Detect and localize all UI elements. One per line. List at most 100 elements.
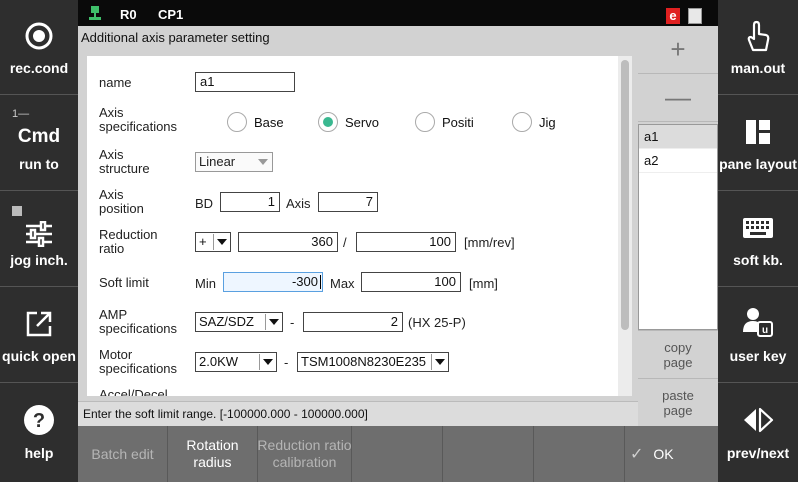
window-toggle-icon[interactable] [688, 8, 702, 24]
soft-limit-max-input[interactable]: 100 [361, 272, 461, 292]
axis-list-item[interactable]: a1 [639, 125, 717, 149]
paste-page-button[interactable]: paste page [638, 378, 718, 426]
right-sidebar: man.out pane layout soft kb. u user key … [718, 0, 798, 482]
paste-page-label-l2: page [663, 403, 693, 418]
radio-positioner[interactable] [415, 112, 435, 132]
quick-open-button[interactable]: quick open [0, 288, 78, 383]
jog-indicator [12, 206, 22, 216]
prev-next-label: prev/next [726, 445, 790, 461]
reduction-ratio-label: Reduction ratio [99, 228, 158, 256]
axis-list: a1 a2 [638, 124, 718, 330]
program-label: CP1 [158, 7, 184, 22]
sign-value: + [199, 234, 207, 249]
soft-limit-label: Soft limit [99, 275, 149, 290]
hand-pointer-icon [718, 20, 798, 52]
motor-power-value: 2.0KW [199, 354, 239, 369]
motor-spec-label-l1: Motor [99, 347, 133, 362]
radio-jig[interactable] [512, 112, 532, 132]
amp-select[interactable]: SAZ/SDZ [195, 312, 283, 332]
next-row-label: Accel/Decel [99, 387, 168, 397]
copy-page-button[interactable]: copy page [638, 330, 718, 378]
soft-kb-label: soft kb. [733, 252, 783, 268]
reduction-denominator-input[interactable]: 100 [356, 232, 456, 252]
ok-button[interactable]: ✓ OK [625, 426, 718, 482]
amp-spec-label-l1: AMP [99, 307, 128, 322]
add-axis-button[interactable]: + [638, 26, 718, 74]
radio-servo-label: Servo [345, 115, 379, 130]
svg-text:?: ? [33, 410, 45, 432]
minus-icon: — [665, 82, 691, 112]
name-label: name [99, 75, 132, 90]
scrollbar-thumb[interactable] [621, 60, 629, 330]
name-input[interactable]: a1 [195, 72, 295, 92]
motor-model-select[interactable]: TSM1008N8230E235 [297, 352, 449, 372]
pane-layout-button[interactable]: pane layout [718, 96, 798, 191]
axis-list-item[interactable]: a2 [639, 149, 717, 173]
bd-input[interactable]: 1 [220, 192, 280, 212]
record-circle-icon [0, 20, 78, 52]
motor-model-value: TSM1008N8230E235 [301, 354, 427, 369]
motor-power-select[interactable]: 2.0KW [195, 352, 277, 372]
chevron-down-icon [265, 314, 281, 330]
keyboard-icon [718, 212, 798, 244]
robot-label: R0 [120, 7, 137, 22]
empty-function-button-5[interactable] [443, 426, 534, 482]
empty-function-button-6[interactable] [534, 426, 625, 482]
amp-number-input[interactable]: 2 [303, 312, 403, 332]
pane-layout-icon [718, 116, 798, 148]
chevron-down-icon [259, 354, 275, 370]
reduction-unit: [mm/rev] [464, 235, 515, 250]
motor-spec-label: Motor specifications [99, 348, 177, 376]
soft-kb-button[interactable]: soft kb. [718, 192, 798, 287]
sign-select[interactable]: + [195, 232, 231, 252]
amp-note: (HX 25-P) [408, 315, 466, 330]
rotation-radius-button[interactable]: Rotation radius [168, 426, 258, 482]
ratio-separator: / [343, 235, 347, 250]
svg-text:u: u [762, 325, 768, 336]
ok-label: OK [653, 445, 674, 462]
amp-spec-label-l2: specifications [99, 321, 178, 336]
reduction-ratio-label-l2: ratio [99, 241, 125, 256]
axis-structure-select[interactable]: Linear [195, 152, 273, 172]
help-button[interactable]: ? help [0, 384, 78, 479]
reduction-ratio-label-l1: Reduction [99, 227, 158, 242]
remove-axis-button[interactable]: — [638, 74, 718, 122]
axis-structure-value: Linear [199, 154, 236, 169]
batch-edit-button[interactable]: Batch edit [78, 426, 168, 482]
form-panel: name a1 Axis specifications Base Servo Po… [87, 56, 625, 396]
soft-limit-min-input[interactable]: -300 [223, 272, 323, 292]
user-key-label: user key [729, 348, 787, 364]
rec-cond-button[interactable]: rec.cond [0, 0, 78, 95]
radio-servo[interactable] [318, 112, 338, 132]
help-label: help [24, 445, 54, 461]
amp-value: SAZ/SDZ [199, 314, 254, 329]
reduction-calibration-label-l2: calibration [272, 454, 337, 470]
batch-edit-label: Batch edit [91, 445, 154, 462]
status-message: Enter the soft limit range. [-100000.000… [83, 407, 368, 421]
reduction-numerator-input[interactable]: 360 [238, 232, 338, 252]
axis-list-pane: + — a1 a2 copy page paste page [638, 26, 718, 426]
radio-base[interactable] [227, 112, 247, 132]
error-badge[interactable]: e [666, 8, 680, 24]
prev-next-button[interactable]: prev/next [718, 384, 798, 479]
bottom-function-bar: Batch edit Rotation radius Reduction rati… [78, 426, 718, 482]
cmd-icon: Cmd [17, 126, 61, 147]
run-to-button[interactable]: 1— Cmd run to [0, 96, 78, 191]
motor-dash: - [284, 355, 289, 370]
axis-number-input[interactable]: 7 [318, 192, 378, 212]
form-scrollbar[interactable] [618, 56, 632, 396]
rec-cond-label: rec.cond [9, 60, 69, 76]
axis-spec-label: Axis specifications [99, 106, 177, 134]
check-icon: ✓ [630, 445, 644, 463]
axis-position-label-l1: Axis [99, 187, 124, 202]
min-label: Min [195, 276, 216, 291]
top-status-bar: R0 CP1 e [78, 0, 718, 26]
man-out-button[interactable]: man.out [718, 0, 798, 95]
reduction-calibration-button[interactable]: Reduction ratio calibration [258, 426, 352, 482]
jog-inch-button[interactable]: jog inch. [0, 192, 78, 287]
empty-function-button-4[interactable] [352, 426, 443, 482]
user-key-button[interactable]: u user key [718, 288, 798, 383]
bd-label: BD [195, 196, 214, 211]
sliders-icon [0, 218, 78, 250]
status-message-bar: Enter the soft limit range. [-100000.000… [78, 401, 638, 426]
